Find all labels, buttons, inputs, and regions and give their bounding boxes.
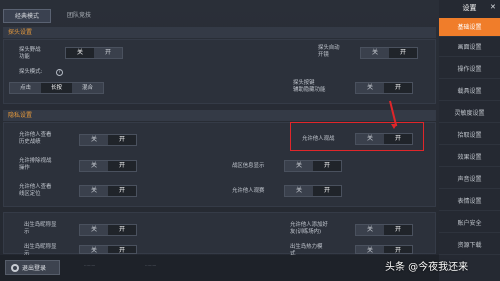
peek-assist-on[interactable]: 开 [384,83,412,93]
watch-mine-toggle[interactable]: 关 开 [284,185,342,197]
peek-mode-hold[interactable]: 长按 [41,83,72,93]
sidebar-item-sound[interactable]: 声音设置 [439,170,500,189]
annotation-arrow-head [391,124,397,129]
add-friend-toggle[interactable]: 关 开 [355,224,413,236]
sidebar-item-controls[interactable]: 操作设置 [439,60,500,79]
sidebar-item-account[interactable]: 账户安全 [439,214,500,233]
location-toggle[interactable]: 关 开 [79,185,137,197]
watch-mine-on[interactable]: 开 [313,186,341,196]
sidebar-item-vehicle[interactable]: 载具设置 [439,82,500,101]
mode-tabs: 经典模式 团队竞技 [0,0,439,25]
combat-info-on[interactable]: 开 [313,161,341,171]
section-privacy-header: 隐私设置 [3,110,436,121]
rank-toggle[interactable]: 关 开 [79,160,137,172]
privacy-settings-card-2: 出生岛昵称显 示 关 开 允许他人添加好 友(训练场内) 关 开 出生岛昵称显 … [3,212,436,257]
scope-settings-card: 探头野战 功能 关 开 探头自动 开镜 关 开 探头模式: ? 点击 长按 混合… [3,39,436,104]
show-nick2-off[interactable]: 关 [80,246,108,254]
annotation-highlight-box [290,122,424,151]
peek-color-on[interactable]: 开 [94,48,122,58]
auto-peek-toggle[interactable]: 关 开 [360,47,418,59]
sidebar-item-download[interactable]: 资源下载 [439,236,500,255]
auto-peek-on[interactable]: 开 [389,48,417,58]
add-friend-off[interactable]: 关 [356,225,384,235]
location-on[interactable]: 开 [108,186,136,196]
add-friend-label: 允许他人添加好 友(训练场内) [290,222,328,235]
watch-mine-label: 允许他人观赛 [232,188,265,194]
peek-assist-off[interactable]: 关 [356,83,384,93]
close-icon[interactable]: ✕ [490,3,496,11]
history-off[interactable]: 关 [80,135,108,145]
show-nick-on[interactable]: 开 [108,225,136,235]
tab-classic[interactable]: 经典模式 [3,9,51,23]
peek-color-toggle[interactable]: 关 开 [65,47,123,59]
rank-label: 允许排除视战 操作 [19,158,52,171]
tab-team[interactable]: 团队竞技 [56,9,102,23]
sidebar-item-sensitivity[interactable]: 灵敏度设置 [439,104,500,123]
combat-info-off[interactable]: 关 [285,161,313,171]
sidebar-item-effects[interactable]: 效果设置 [439,148,500,167]
sidebar-item-emote[interactable]: 表情设置 [439,192,500,211]
location-off[interactable]: 关 [80,186,108,196]
rank-on[interactable]: 开 [108,161,136,171]
history-toggle[interactable]: 关 开 [79,134,137,146]
peek-mode-click[interactable]: 点击 [10,83,41,93]
peek-color-label: 探头野战 功能 [19,47,41,60]
combat-info-label: 战区信息显示 [232,163,265,169]
birth-island-on[interactable]: 开 [384,246,412,254]
bottom-bar: 退出登录 ········· ········· [0,255,439,281]
show-nick2-toggle[interactable]: 关 开 [79,245,137,254]
peek-mode-label: 探头模式: [19,69,43,75]
auto-peek-label: 探头自动 开镜 [318,45,340,58]
show-nick-label: 出生岛昵称显 示 [24,222,57,235]
peek-mode-selector[interactable]: 点击 长按 混合 [9,82,104,94]
peek-assist-label: 探头按键 辅助隐藏功能 [293,80,326,93]
location-label: 允许他人查看 线区定位 [19,184,52,197]
combat-info-toggle[interactable]: 关 开 [284,160,342,172]
birth-island-off[interactable]: 关 [356,246,384,254]
footer-note-2: ········· [145,263,157,268]
show-nick2-on[interactable]: 开 [108,246,136,254]
peek-mode-mixed[interactable]: 混合 [72,83,103,93]
add-friend-on[interactable]: 开 [384,225,412,235]
section-scope-header: 探头设置 [3,27,436,38]
help-icon[interactable]: ? [56,69,63,76]
history-on[interactable]: 开 [108,135,136,145]
auto-peek-off[interactable]: 关 [361,48,389,58]
birth-island-toggle[interactable]: 关 开 [355,245,413,254]
history-label: 允许他人查看 历史战绩 [19,132,52,145]
footer-note-1: ········· [84,263,96,268]
peek-color-off[interactable]: 关 [66,48,94,58]
sidebar-item-basic[interactable]: 基础设置 [439,18,500,37]
rank-off[interactable]: 关 [80,161,108,171]
watermark: 头条 @今夜我还来 [385,262,469,273]
logout-button[interactable]: 退出登录 [5,260,60,275]
settings-sidebar: 设置 基础设置 画面设置 操作设置 载具设置 灵敏度设置 拾取设置 效果设置 声… [439,0,500,281]
sidebar-item-graphics[interactable]: 画面设置 [439,38,500,57]
show-nick-toggle[interactable]: 关 开 [79,224,137,236]
logout-label: 退出登录 [22,265,47,272]
user-icon [11,263,19,272]
sidebar-item-pickup[interactable]: 拾取设置 [439,126,500,145]
show-nick-off[interactable]: 关 [80,225,108,235]
watch-mine-off[interactable]: 关 [285,186,313,196]
peek-assist-toggle[interactable]: 关 开 [355,82,413,94]
